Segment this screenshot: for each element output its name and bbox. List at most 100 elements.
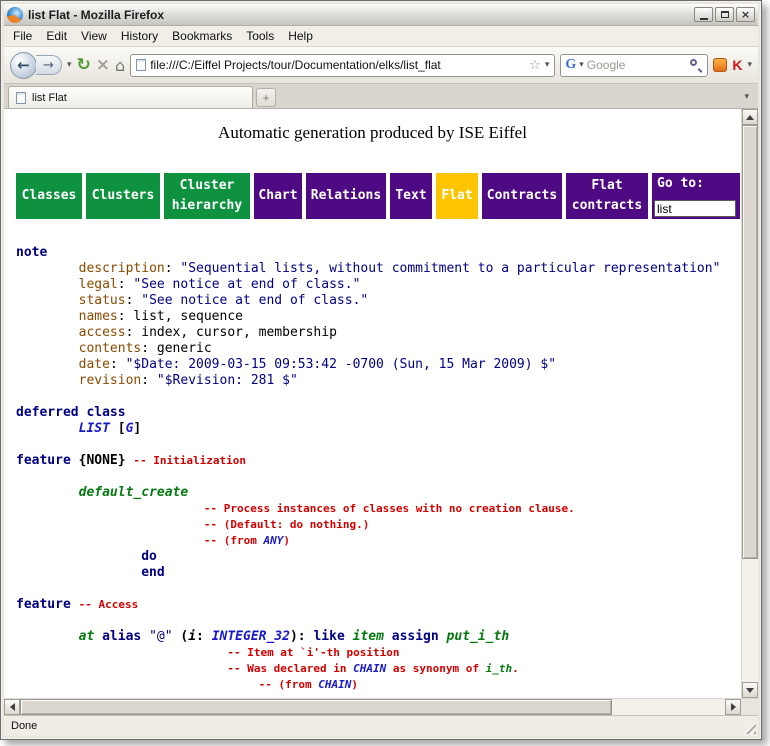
url-bar[interactable]: file:///C:/Eiffel Projects/tour/Document… xyxy=(130,54,555,77)
code-text: as synonym of xyxy=(386,662,485,675)
nav-button-text[interactable]: Text xyxy=(390,173,432,219)
addon-icon[interactable] xyxy=(713,58,727,72)
menu-edit[interactable]: Edit xyxy=(39,26,74,46)
close-button[interactable]: × xyxy=(736,7,755,22)
code-text: date xyxy=(79,357,110,372)
code-link[interactable]: item xyxy=(353,629,384,644)
bookmark-star-icon[interactable]: ☆ xyxy=(529,58,541,73)
code-text: ) xyxy=(283,534,290,547)
code-text: -- Process instances of classes with no … xyxy=(204,502,575,515)
url-text[interactable]: file:///C:/Eiffel Projects/tour/Document… xyxy=(150,58,525,72)
page-icon xyxy=(136,59,146,71)
code-link[interactable]: put_i_th xyxy=(447,629,510,644)
code-line: date: "$Date: 2009-03-15 09:53:42 -0700 … xyxy=(16,357,741,373)
vertical-scroll-thumb[interactable] xyxy=(742,125,758,559)
home-button[interactable]: ⌂ xyxy=(115,56,125,75)
nav-button-relations[interactable]: Relations xyxy=(306,173,386,219)
menu-history[interactable]: History xyxy=(114,26,165,46)
minimize-button[interactable] xyxy=(694,7,713,22)
code-text: -- (from xyxy=(204,534,264,547)
code-link[interactable]: at xyxy=(79,629,95,644)
code-link[interactable]: default_create xyxy=(79,485,189,500)
search-engine-dropdown-icon[interactable]: ▾ xyxy=(579,60,584,70)
menu-file[interactable]: File xyxy=(6,26,39,46)
stop-button[interactable]: × xyxy=(96,55,110,75)
maximize-icon xyxy=(721,11,729,18)
search-input[interactable] xyxy=(587,58,687,72)
forward-button[interactable]: → xyxy=(36,55,62,75)
code-text xyxy=(16,565,141,580)
maximize-button[interactable] xyxy=(715,7,734,22)
kaspersky-icon[interactable]: K xyxy=(732,57,742,73)
code-line: feature -- Access xyxy=(16,597,741,613)
history-dropdown-icon[interactable]: ▾ xyxy=(67,60,72,70)
menu-help[interactable]: Help xyxy=(281,26,320,46)
code-line: -- (Default: do nothing.) xyxy=(16,517,741,533)
code-link[interactable]: CHAIN xyxy=(353,662,386,675)
nav-button-chart[interactable]: Chart xyxy=(254,173,302,219)
horizontal-scroll-track[interactable] xyxy=(20,699,725,715)
nav-button-flat-contracts[interactable]: Flat contracts xyxy=(566,173,648,219)
nav-button-cluster-hierarchy[interactable]: Cluster hierarchy xyxy=(164,173,250,219)
new-tab-button[interactable]: + xyxy=(256,88,276,107)
code-text xyxy=(16,341,79,356)
code-text xyxy=(16,645,227,660)
code-text: ] xyxy=(133,421,141,436)
menu-tools[interactable]: Tools xyxy=(239,26,281,46)
code-text: -- Initialization xyxy=(133,454,246,467)
menu-view[interactable]: View xyxy=(74,26,114,46)
tab-bar: list Flat + ▾ xyxy=(4,84,758,109)
code-line: do xyxy=(16,549,741,565)
menu-bookmarks[interactable]: Bookmarks xyxy=(165,26,239,46)
nav-button-classes[interactable]: Classes xyxy=(16,173,82,219)
nav-button-clusters[interactable]: Clusters xyxy=(86,173,160,219)
vertical-scrollbar[interactable] xyxy=(741,109,758,698)
nav-row: ClassesClustersCluster hierarchyChartRel… xyxy=(16,173,741,219)
nav-button-flat[interactable]: Flat xyxy=(436,173,478,219)
code-text xyxy=(345,629,353,644)
code-text: access xyxy=(79,325,126,340)
code-text: ) xyxy=(351,678,358,691)
code-text: : xyxy=(141,373,157,388)
nav-button-contracts[interactable]: Contracts xyxy=(482,173,562,219)
code-link[interactable]: CHAIN xyxy=(318,678,351,691)
window-title: list Flat - Mozilla Firefox xyxy=(28,8,689,22)
scroll-left-button[interactable] xyxy=(4,699,20,715)
vertical-scroll-track[interactable] xyxy=(742,125,758,682)
code-line: description: "Sequential lists, without … xyxy=(16,261,741,277)
content-area: Automatic generation produced by ISE Eif… xyxy=(4,109,758,715)
arrow-left-icon xyxy=(6,703,15,711)
code-line: at alias "@" (i: INTEGER_32): like item … xyxy=(16,629,741,645)
code-text xyxy=(384,629,392,644)
code-line xyxy=(16,613,741,629)
tab-list-dropdown-icon[interactable]: ▾ xyxy=(744,92,754,108)
code-text: feature xyxy=(16,453,71,468)
horizontal-scrollbar[interactable] xyxy=(4,699,741,715)
search-magnifier-icon[interactable] xyxy=(689,58,703,72)
goto-input[interactable] xyxy=(654,200,736,217)
code-text: like xyxy=(313,629,344,644)
code-link[interactable]: LIST xyxy=(79,421,110,436)
search-bar[interactable]: G ▾ xyxy=(560,54,708,77)
resize-grip[interactable] xyxy=(743,721,756,734)
code-text xyxy=(16,293,79,308)
horizontal-scroll-thumb[interactable] xyxy=(20,699,612,715)
code-line: contents: generic xyxy=(16,341,741,357)
code-text xyxy=(16,661,227,676)
scroll-right-button[interactable] xyxy=(725,699,741,715)
code-text: revision xyxy=(79,373,142,388)
code-link[interactable]: i_th xyxy=(486,662,513,675)
arrow-up-icon xyxy=(746,111,754,120)
tab-list-flat[interactable]: list Flat xyxy=(8,86,253,108)
url-dropdown-icon[interactable]: ▾ xyxy=(545,60,550,70)
scroll-up-button[interactable] xyxy=(742,109,758,125)
code-text xyxy=(16,277,79,292)
code-link[interactable]: ANY xyxy=(263,534,283,547)
window-controls: × xyxy=(694,7,755,22)
code-link[interactable]: INTEGER_32 xyxy=(212,629,290,644)
scroll-down-button[interactable] xyxy=(742,682,758,698)
title-bar[interactable]: list Flat - Mozilla Firefox × xyxy=(4,4,758,26)
toolbar-overflow-icon[interactable]: ▾ xyxy=(747,60,752,70)
back-button[interactable]: ← xyxy=(10,52,37,79)
refresh-button[interactable]: ↻ xyxy=(77,55,91,75)
